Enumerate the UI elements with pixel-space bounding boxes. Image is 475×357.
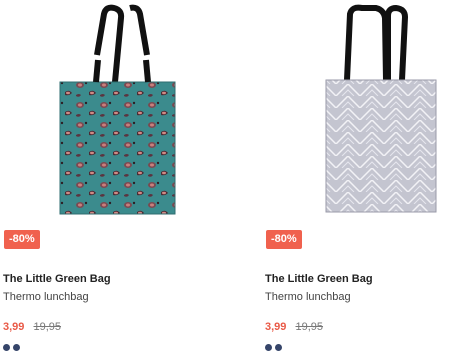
product-subtitle: Thermo lunchbag (3, 291, 89, 303)
discount-badge: -80% (266, 230, 302, 249)
product-image-leopard-bag[interactable] (2, 0, 212, 225)
sale-price: 3,99 (265, 321, 287, 333)
color-swatch[interactable] (3, 344, 10, 351)
product-card[interactable]: -80% The Little Green Bag Thermo lunchba… (2, 0, 212, 357)
leopard-bag-illustration (59, 4, 176, 215)
color-swatches (265, 344, 282, 351)
color-swatch[interactable] (275, 344, 282, 351)
product-image-herringbone-bag[interactable] (264, 0, 474, 225)
product-subtitle: Thermo lunchbag (265, 291, 351, 303)
price-row: 3,99 19,95 (265, 321, 323, 333)
original-price: 19,95 (33, 321, 62, 333)
product-title[interactable]: The Little Green Bag (3, 273, 111, 285)
price-row: 3,99 19,95 (3, 321, 61, 333)
color-swatches (3, 344, 20, 351)
color-swatch[interactable] (13, 344, 20, 351)
herringbone-bag-illustration (325, 4, 437, 213)
original-price: 19,95 (295, 321, 324, 333)
product-title[interactable]: The Little Green Bag (265, 273, 373, 285)
product-card[interactable]: -80% The Little Green Bag Thermo lunchba… (264, 0, 474, 357)
color-swatch[interactable] (265, 344, 272, 351)
sale-price: 3,99 (3, 321, 25, 333)
discount-badge: -80% (4, 230, 40, 249)
